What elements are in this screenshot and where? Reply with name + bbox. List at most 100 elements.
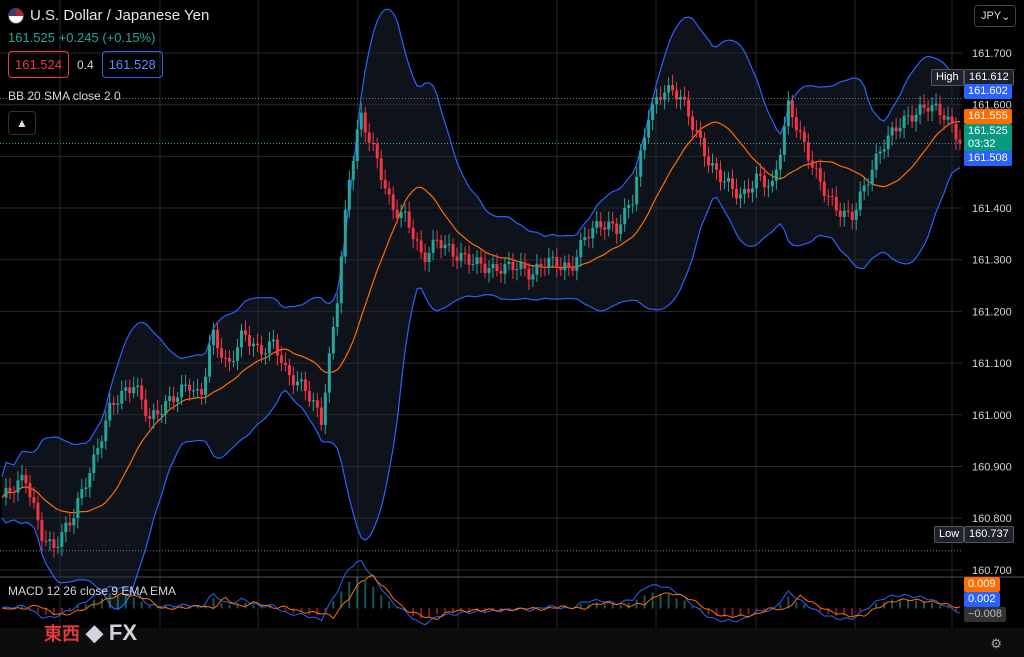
candle-body bbox=[375, 144, 379, 159]
candle-body bbox=[447, 244, 451, 246]
candle-body bbox=[635, 176, 639, 205]
candle-body bbox=[128, 387, 132, 394]
candle-body bbox=[124, 387, 128, 391]
last-price-tag: 161.525 03:32 bbox=[964, 124, 1012, 152]
candle-body bbox=[224, 357, 228, 359]
candle-body bbox=[886, 135, 890, 150]
candle-body bbox=[136, 385, 140, 388]
candle-body bbox=[818, 168, 822, 182]
candle-body bbox=[583, 237, 587, 241]
candle-body bbox=[347, 179, 351, 210]
candle-body bbox=[335, 303, 339, 327]
macd-histogram-bar bbox=[68, 608, 71, 611]
macd-histogram-bar bbox=[196, 606, 199, 609]
macd-histogram-bar bbox=[643, 595, 646, 609]
candle-body bbox=[750, 188, 754, 193]
candle-body bbox=[96, 448, 100, 455]
y-tick-label: 161.100 bbox=[972, 358, 1012, 370]
candle-body bbox=[918, 104, 922, 115]
candle-body bbox=[68, 522, 72, 526]
candle-body bbox=[20, 474, 24, 481]
candle-body bbox=[299, 379, 303, 382]
candle-body bbox=[563, 262, 567, 271]
candle-body bbox=[559, 267, 563, 271]
time-axis-bg bbox=[0, 628, 1024, 657]
bb-indicator-label[interactable]: BB 20 SMA close 2 0 bbox=[8, 89, 121, 103]
candle-body bbox=[906, 115, 910, 117]
candle-body bbox=[802, 131, 806, 143]
candle-body bbox=[695, 130, 699, 132]
macd-histogram-bar bbox=[428, 608, 431, 618]
candle-body bbox=[535, 263, 539, 275]
candle-body bbox=[152, 410, 156, 419]
price-chart[interactable]: 161.700161.600161.500161.400161.300161.2… bbox=[0, 0, 1024, 657]
candle-body bbox=[116, 403, 120, 405]
candle-body bbox=[726, 178, 730, 182]
candle-body bbox=[862, 185, 866, 192]
macd-histogram-bar bbox=[140, 601, 143, 609]
high-label: High bbox=[931, 69, 964, 86]
candle-body bbox=[958, 139, 962, 144]
candle-body bbox=[794, 117, 798, 131]
candle-body bbox=[814, 167, 818, 169]
candle-body bbox=[734, 188, 738, 199]
candle-body bbox=[24, 474, 28, 484]
currency-value: JPY bbox=[981, 10, 1002, 22]
macd-histogram-bar bbox=[651, 592, 654, 609]
candle-body bbox=[415, 239, 419, 241]
candle-body bbox=[16, 480, 20, 493]
currency-select[interactable]: JPY ⌄ bbox=[974, 5, 1016, 27]
macd-histogram-bar bbox=[220, 603, 223, 609]
candle-body bbox=[32, 497, 36, 503]
collapse-indicators-button[interactable]: ▲ bbox=[8, 111, 36, 135]
macd-histogram-bar bbox=[308, 608, 311, 615]
candle-body bbox=[687, 99, 691, 117]
candle-body bbox=[367, 132, 371, 143]
y-tick-label: 161.000 bbox=[972, 410, 1012, 422]
candle-body bbox=[56, 546, 60, 548]
candle-body bbox=[283, 362, 287, 366]
candle-body bbox=[323, 392, 327, 425]
macd-histogram-bar bbox=[84, 604, 87, 609]
gear-icon[interactable]: ⚙ bbox=[990, 636, 1002, 652]
macd-histogram-bar bbox=[891, 599, 894, 609]
candle-body bbox=[84, 487, 88, 490]
candle-body bbox=[746, 188, 750, 193]
y-tick-label: 160.900 bbox=[972, 461, 1012, 473]
buy-button[interactable]: 161.528 bbox=[101, 51, 163, 78]
candle-body bbox=[511, 261, 515, 271]
macd-histogram-bar bbox=[795, 601, 798, 609]
sma-tag: 161.555 bbox=[964, 109, 1012, 124]
macd-histogram-bar bbox=[731, 608, 734, 618]
candle-body bbox=[263, 353, 267, 355]
candle-body bbox=[878, 151, 882, 154]
candle-body bbox=[890, 127, 894, 136]
candle-body bbox=[359, 112, 363, 130]
macd-histogram-bar bbox=[380, 595, 383, 609]
signal-tag: 0.002 bbox=[964, 592, 1000, 607]
candle-body bbox=[539, 263, 543, 268]
candle-body bbox=[327, 353, 331, 393]
candle-body bbox=[351, 161, 355, 180]
candle-body bbox=[339, 256, 343, 304]
candle-body bbox=[591, 227, 595, 239]
sell-button[interactable]: 161.524 bbox=[8, 51, 69, 78]
bb-band-fill bbox=[2, 9, 960, 610]
macd-histogram-bar bbox=[420, 608, 423, 619]
candle-body bbox=[383, 180, 387, 189]
macd-histogram-bar bbox=[595, 602, 598, 609]
candle-body bbox=[240, 330, 243, 348]
candle-body bbox=[870, 169, 874, 185]
candle-body bbox=[120, 390, 124, 404]
candle-body bbox=[391, 194, 395, 210]
macd-histogram-bar bbox=[611, 604, 614, 609]
hist-tag: −0.008 bbox=[964, 607, 1006, 622]
candle-body bbox=[395, 209, 399, 218]
candle-body bbox=[858, 191, 862, 210]
candle-body bbox=[188, 384, 192, 391]
candle-body bbox=[48, 539, 52, 542]
candle-body bbox=[176, 397, 180, 402]
candle-body bbox=[778, 154, 782, 170]
macd-indicator-label[interactable]: MACD 12 26 close 9 EMA EMA bbox=[8, 584, 176, 598]
candle-body bbox=[499, 271, 503, 274]
